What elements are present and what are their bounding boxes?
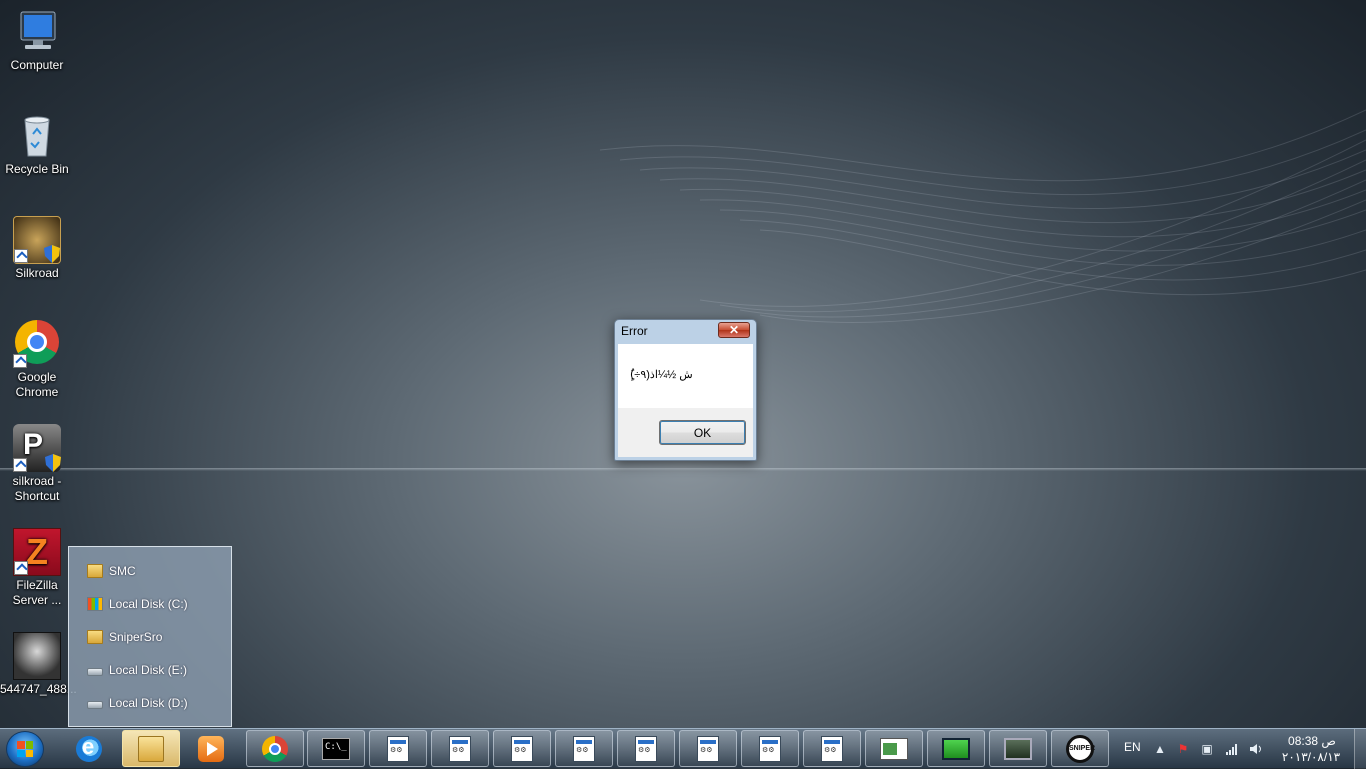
popup-item-label: Local Disk (E:) [109, 663, 188, 677]
show-desktop-button[interactable] [1354, 729, 1366, 769]
windows-logo-icon [17, 741, 33, 757]
windows-explorer-icon [138, 735, 164, 762]
application-window-icon [697, 735, 719, 762]
computer-icon [13, 8, 61, 56]
drive-icon [87, 701, 103, 709]
taskbar: C:\_ SNIPER EN ▲ ⚑ ▣ 08:38 ص ٢٠١٣/٠٨/١٣ [0, 728, 1366, 769]
shortcut-arrow-icon [13, 354, 27, 368]
close-button[interactable]: ✕ [718, 322, 750, 338]
application-window-icon [635, 735, 657, 762]
ok-button[interactable]: OK [659, 420, 746, 445]
uac-shield-icon [44, 245, 60, 263]
desktop-icon-label: Recycle Bin [5, 162, 69, 176]
folder-icon [87, 564, 103, 578]
shortcut-arrow-icon [14, 561, 28, 575]
dialog-body: (ٌٍ÷ش ½¼اذ(٩ [618, 344, 753, 408]
volume-icon[interactable] [1249, 742, 1263, 756]
clock-date[interactable]: ٢٠١٣/٠٨/١٣ [1278, 750, 1344, 764]
taskbar-internet-explorer[interactable] [60, 730, 118, 767]
taskbar-program-11[interactable] [989, 730, 1047, 767]
windows-drive-icon [87, 597, 103, 611]
dialog-footer: OK [618, 408, 753, 457]
taskbar-command-prompt[interactable]: C:\_ [307, 730, 365, 767]
folder-icon [87, 630, 103, 644]
application-window-icon [821, 735, 843, 762]
taskbar-program-3[interactable] [493, 730, 551, 767]
horizon-line [0, 468, 1366, 471]
shortcut-arrow-icon [13, 458, 27, 472]
taskbar-chrome[interactable] [246, 730, 304, 767]
drive-icon [87, 668, 103, 676]
taskbar-windows-explorer[interactable] [122, 730, 180, 767]
popup-item-label: Local Disk (D:) [109, 696, 188, 710]
popup-item-snipersro[interactable]: SniperSro [87, 627, 162, 647]
taskbar-program-10[interactable] [927, 730, 985, 767]
show-hidden-icons-icon[interactable]: ▲ [1153, 742, 1167, 756]
desktop-icon-silkroad-shortcut[interactable]: P silkroad - Shortcut [0, 424, 74, 504]
desktop-icon-label: 544747_488... [0, 682, 77, 696]
taskbar-program-7[interactable] [741, 730, 799, 767]
taskbar-media-player[interactable] [182, 730, 240, 767]
application-window-icon [573, 735, 595, 762]
image-file-icon [13, 632, 61, 680]
desktop-icon-label: Computer [10, 58, 64, 72]
popup-item-local-disk-e[interactable]: Local Disk (E:) [87, 660, 187, 680]
filezilla-icon: Z [13, 528, 61, 576]
close-icon: ✕ [728, 323, 740, 337]
action-center-icon[interactable]: ⚑ [1176, 742, 1190, 756]
uac-shield-icon [45, 454, 61, 472]
taskbar-program-6[interactable] [679, 730, 737, 767]
popup-item-local-disk-d[interactable]: Local Disk (D:) [87, 693, 188, 713]
desktop-icon-label: Silkroad [15, 266, 59, 280]
taskbar-program-4[interactable] [555, 730, 613, 767]
desktop-icon-label: silkroad - Shortcut [12, 474, 62, 503]
desktop-icon-google-chrome[interactable]: Google Chrome [0, 320, 74, 400]
popup-item-label: SniperSro [109, 630, 163, 644]
taskbar-sniper[interactable]: SNIPER [1051, 730, 1109, 767]
silkroad-icon [13, 216, 61, 264]
application-window-icon [511, 735, 533, 762]
chrome-icon [262, 735, 288, 762]
desktop-icon-label: FileZilla Server ... [12, 578, 62, 607]
clock-time[interactable]: 08:38 ص [1284, 734, 1340, 748]
desktop-icon-filezilla[interactable]: Z FileZilla Server ... [0, 528, 74, 608]
command-prompt-icon: C:\_ [322, 737, 350, 760]
dialog-title: Error [621, 324, 648, 338]
taskbar-program-9[interactable] [865, 730, 923, 767]
monitor-icon [942, 737, 970, 760]
system-monitor-icon [1004, 737, 1032, 760]
application-window-icon [759, 735, 781, 762]
application-window-icon [387, 735, 409, 762]
desktop-icon-silkroad[interactable]: Silkroad [0, 216, 74, 281]
device-icon[interactable]: ▣ [1200, 742, 1214, 756]
taskbar-program-1[interactable] [369, 730, 427, 767]
desktop-icon-image-file[interactable]: 544747_488... [0, 632, 77, 697]
desktop-icon-label: Google Chrome [15, 370, 59, 399]
popup-item-local-disk-c[interactable]: Local Disk (C:) [87, 594, 188, 614]
network-signal-icon[interactable] [1225, 742, 1239, 756]
recycle-bin-icon [13, 112, 61, 160]
window-preview-icon [880, 737, 908, 760]
sniper-icon: SNIPER [1066, 734, 1095, 763]
popup-item-label: SMC [109, 564, 136, 578]
drive-popup-menu: SMC Local Disk (C:) SniperSro Local Disk… [68, 546, 232, 727]
chrome-icon [13, 320, 61, 368]
taskbar-program-8[interactable] [803, 730, 861, 767]
shortcut-arrow-icon [14, 249, 28, 263]
dialog-message: (ٌٍ÷ش ½¼اذ(٩ [630, 369, 693, 381]
internet-explorer-icon [76, 734, 102, 762]
popup-item-label: Local Disk (C:) [109, 597, 188, 611]
taskbar-program-2[interactable] [431, 730, 489, 767]
desktop-icon-recycle-bin[interactable]: Recycle Bin [0, 112, 74, 177]
media-player-icon [198, 735, 224, 762]
desktop-icon-computer[interactable]: Computer [0, 8, 74, 73]
application-window-icon [449, 735, 471, 762]
silkroad-shortcut-icon: P [13, 424, 61, 472]
start-button[interactable] [6, 731, 44, 767]
popup-item-smc[interactable]: SMC [87, 561, 136, 581]
language-indicator[interactable]: EN [1124, 740, 1141, 754]
taskbar-program-5[interactable] [617, 730, 675, 767]
error-dialog: Error ✕ (ٌٍ÷ش ½¼اذ(٩ OK [614, 319, 757, 461]
